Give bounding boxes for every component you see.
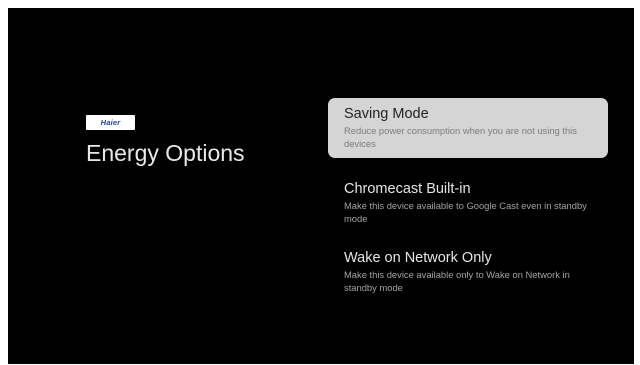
haier-logo: Haier [86, 115, 135, 130]
option-title: Chromecast Built-in [344, 181, 471, 197]
page-title: Energy Options [86, 140, 245, 166]
option-description: Reduce power consumption when you are no… [344, 125, 577, 149]
option-title: Wake on Network Only [344, 250, 492, 266]
option-wake-on-network-only[interactable]: Wake on Network Only Make this device av… [328, 242, 608, 302]
brand-logo-text: Haier [100, 118, 121, 127]
tv-screen: Haier Energy Options Saving Mode Reduce … [8, 8, 634, 364]
option-title: Saving Mode [344, 106, 429, 122]
option-description: Make this device available to Google Cas… [344, 200, 587, 224]
option-description: Make this device available only to Wake … [344, 269, 570, 293]
option-chromecast-built-in[interactable]: Chromecast Built-in Make this device ava… [328, 173, 608, 233]
option-saving-mode[interactable]: Saving Mode Reduce power consumption whe… [328, 98, 608, 158]
